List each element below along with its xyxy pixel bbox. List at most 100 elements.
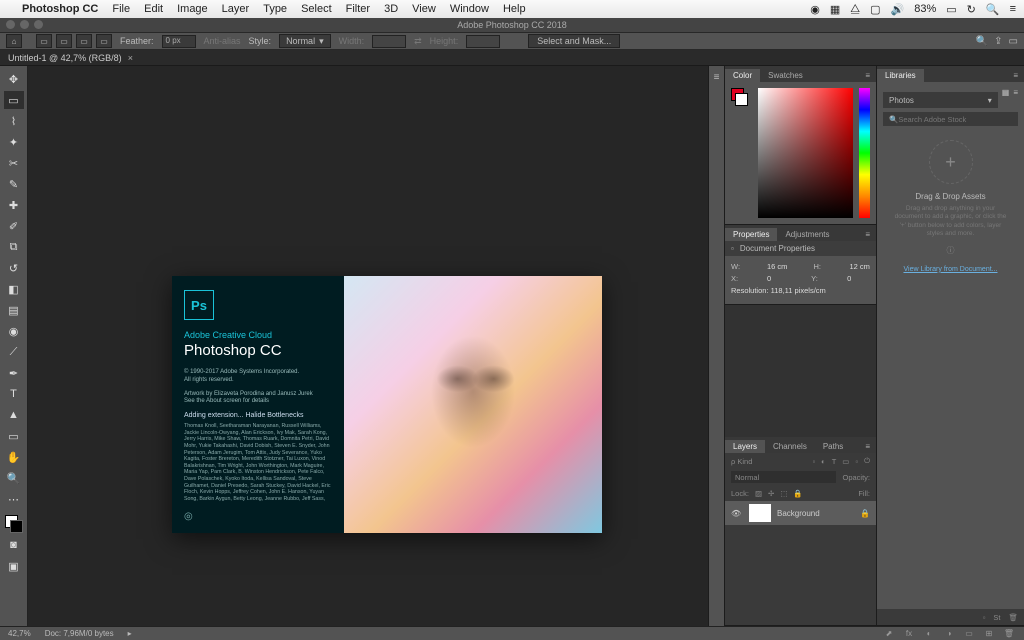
lock-icon[interactable]: 🔒 [860, 509, 870, 518]
selection-subtract-icon[interactable]: ▭ [76, 34, 92, 48]
edit-toolbar[interactable]: ⋯ [4, 490, 24, 508]
sync-icon[interactable]: ↻ [967, 3, 976, 16]
library-select[interactable]: Photos▾ [883, 92, 998, 108]
screenmode-tool[interactable]: ▣ [4, 557, 24, 575]
select-and-mask-button[interactable]: Select and Mask... [528, 34, 620, 48]
selection-add-icon[interactable]: ▭ [56, 34, 72, 48]
color-fg-bg[interactable] [731, 88, 748, 106]
status-icon[interactable]: ▦ [830, 3, 840, 16]
layer-kind-filter[interactable]: ρ Kind [731, 457, 752, 466]
blur-tool[interactable]: ◉ [4, 322, 24, 340]
new-layer-icon[interactable]: ⊞ [982, 629, 996, 639]
layer-fx-icon[interactable]: fx [902, 629, 916, 639]
lib-trash-icon[interactable]: 🗑 [1008, 613, 1018, 622]
help-icon[interactable]: ⓘ [883, 245, 1018, 256]
quick-select-tool[interactable]: ✦ [4, 133, 24, 151]
menu-select[interactable]: Select [301, 3, 332, 15]
selection-new-icon[interactable]: ▭ [36, 34, 52, 48]
menu-view[interactable]: View [412, 3, 436, 15]
layer-mask-icon[interactable]: ◐ [922, 629, 936, 639]
move-tool[interactable]: ✥ [4, 70, 24, 88]
history-brush-tool[interactable]: ↺ [4, 259, 24, 277]
tab-layers[interactable]: Layers [725, 440, 765, 453]
menu-help[interactable]: Help [503, 3, 526, 15]
volume-icon[interactable]: 🔊 [891, 3, 905, 16]
prop-h-value[interactable]: 12 cm [849, 262, 869, 271]
link-layers-icon[interactable]: ⬈ [882, 629, 896, 639]
marquee-tool[interactable]: ▭ [4, 91, 24, 109]
menu-edit[interactable]: Edit [144, 3, 163, 15]
gradient-tool[interactable]: ▤ [4, 301, 24, 319]
lasso-tool[interactable]: ⌇ [4, 112, 24, 130]
menu-type[interactable]: Type [263, 3, 287, 15]
panel-menu-icon[interactable]: ≡ [859, 228, 876, 241]
prop-w-value[interactable]: 16 cm [767, 262, 787, 271]
view-grid-icon[interactable]: ▦ [1002, 88, 1010, 112]
selection-intersect-icon[interactable]: ▭ [96, 34, 112, 48]
status-doc[interactable]: Doc: 7,96M/0 bytes [45, 629, 114, 638]
crop-tool[interactable]: ✂ [4, 154, 24, 172]
lock-all-icon[interactable]: 🔒 [793, 489, 802, 498]
history-icon[interactable]: ≡ [714, 72, 720, 83]
app-menu[interactable]: Photoshop CC [22, 3, 98, 15]
filter-smart-icon[interactable]: ▫ [855, 457, 858, 466]
pen-tool[interactable]: ✒ [4, 364, 24, 382]
blend-mode-select[interactable]: Normal [731, 471, 836, 483]
fill-adjust-icon[interactable]: ◑ [942, 629, 956, 639]
color-swatch[interactable] [5, 515, 23, 533]
menu-file[interactable]: File [112, 3, 130, 15]
view-library-link[interactable]: View Library from Document... [883, 266, 1018, 273]
feather-input[interactable]: 0 px [162, 35, 196, 48]
tab-swatches[interactable]: Swatches [760, 69, 811, 82]
tab-libraries[interactable]: Libraries [877, 69, 924, 82]
group-icon[interactable]: ▭ [962, 629, 976, 639]
search-icon[interactable]: 🔍 [976, 36, 988, 47]
type-tool[interactable]: T [4, 385, 24, 403]
panel-menu-icon[interactable]: ≡ [859, 440, 876, 453]
filter-adjust-icon[interactable]: ◐ [821, 457, 826, 466]
tab-paths[interactable]: Paths [815, 440, 851, 453]
zoom-tool[interactable]: 🔍 [4, 469, 24, 487]
brush-tool[interactable]: ✐ [4, 217, 24, 235]
lock-position-icon[interactable]: ✢ [768, 489, 774, 498]
path-select-tool[interactable]: ▲ [4, 406, 24, 424]
wifi-icon[interactable]: ⧋ [850, 3, 860, 16]
filter-toggle[interactable]: ⏻ [864, 456, 870, 466]
lib-add-icon[interactable]: ▫ [983, 613, 986, 622]
lock-artboard-icon[interactable]: ⬚ [780, 489, 787, 498]
filter-type-icon[interactable]: T [832, 457, 837, 466]
style-select[interactable]: Normal▾ [279, 34, 331, 48]
workspace-icon[interactable]: ▭ [1009, 36, 1018, 47]
battery-icon[interactable]: ▭ [946, 3, 956, 16]
layer-name[interactable]: Background [777, 509, 820, 518]
color-field[interactable] [758, 88, 853, 218]
visibility-icon[interactable]: 👁 [731, 509, 743, 518]
menu-3d[interactable]: 3D [384, 3, 398, 15]
tab-channels[interactable]: Channels [765, 440, 815, 453]
home-icon[interactable]: ⌂ [6, 34, 22, 48]
search-icon[interactable]: 🔍 [986, 3, 1000, 16]
library-search-input[interactable]: 🔍 Search Adobe Stock [883, 112, 1018, 126]
menu-filter[interactable]: Filter [346, 3, 370, 15]
panel-menu-icon[interactable]: ≡ [1007, 69, 1024, 82]
stamp-tool[interactable]: ⧉ [4, 238, 24, 256]
lock-pixels-icon[interactable]: ▨ [755, 489, 762, 498]
filter-shape-icon[interactable]: ▭ [842, 457, 849, 466]
healing-tool[interactable]: ✚ [4, 196, 24, 214]
menu-window[interactable]: Window [450, 3, 489, 15]
chevron-right-icon[interactable]: ▸ [128, 629, 132, 638]
filter-image-icon[interactable]: ▫ [813, 457, 816, 466]
canvas-area[interactable]: Ps Adobe Creative Cloud Photoshop CC © 1… [28, 66, 708, 626]
shape-tool[interactable]: ▭ [4, 427, 24, 445]
trash-icon[interactable]: 🗑 [1002, 629, 1016, 639]
library-dropzone[interactable]: + [929, 140, 973, 184]
menu-image[interactable]: Image [177, 3, 208, 15]
tab-color[interactable]: Color [725, 69, 760, 82]
tab-adjustments[interactable]: Adjustments [777, 228, 837, 241]
eraser-tool[interactable]: ◧ [4, 280, 24, 298]
traffic-lights[interactable] [6, 20, 43, 29]
status-icon[interactable]: ◉ [810, 3, 820, 16]
quickmask-tool[interactable]: ◙ [4, 536, 24, 554]
antialias-checkbox[interactable]: Anti-alias [204, 36, 241, 46]
layer-thumbnail[interactable] [749, 504, 771, 522]
